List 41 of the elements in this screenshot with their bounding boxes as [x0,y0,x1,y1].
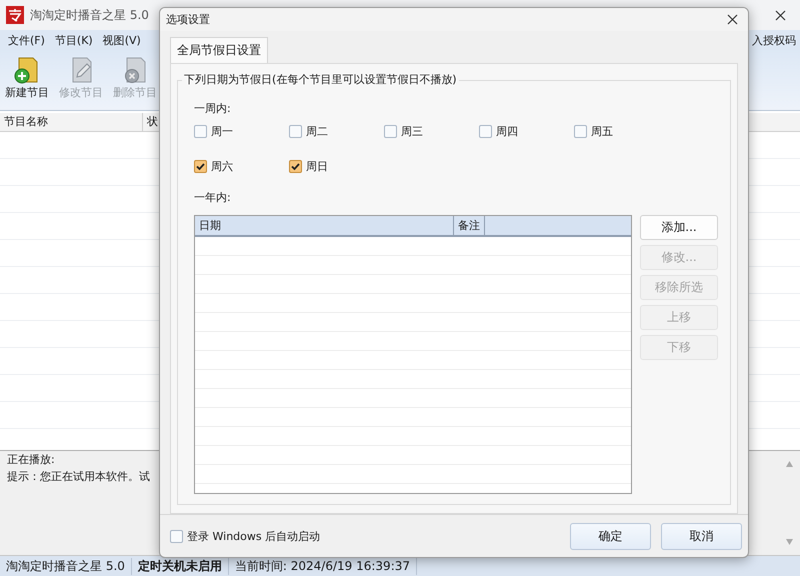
checkbox[interactable] [479,125,492,138]
close-icon[interactable] [775,10,786,20]
cancel-button[interactable]: 取消 [661,522,742,550]
scroll-up-icon[interactable] [786,461,793,467]
tab[interactable]: 全局节假日设置 [170,37,268,63]
menu-item[interactable]: 节目(K) [50,32,98,48]
status-text: 淘淘定时播音之星 5.0 [0,558,132,574]
checkbox-label[interactable]: 周五 [591,124,613,139]
menu-item[interactable]: 文件(F) [3,32,50,48]
checkbox[interactable] [194,160,207,173]
checkbox-label[interactable]: 周四 [496,124,518,139]
checkbox[interactable] [289,160,302,173]
checkbox-label[interactable]: 周三 [401,124,423,139]
menu-item[interactable]: 视图(V) [98,32,146,48]
close-icon[interactable] [727,14,738,25]
checkbox-label[interactable]: 登录 Windows 后自动启动 [187,528,320,544]
checkbox-label[interactable]: 周六 [211,159,233,174]
app-icon [6,6,24,24]
checkbox[interactable] [574,125,587,138]
checkbox[interactable] [194,125,207,138]
license-link[interactable]: 入授权码 [752,32,800,48]
checkbox-label[interactable]: 周日 [306,159,328,174]
checkbox[interactable] [170,530,183,542]
toolbar-button[interactable]: 新建节目 [2,52,52,108]
section-label: 一年内: [194,190,232,205]
ok-button[interactable]: 确定 [570,522,651,550]
action-button[interactable]: 添加... [640,215,718,240]
info-text: 提示：您正在试用本软件。试 [7,469,150,484]
scroll-down-icon[interactable] [786,539,793,545]
checkbox-label[interactable]: 周二 [306,124,328,139]
group-title: 下列日期为节假日(在每个节目里可以设置节假日不播放) [182,72,459,87]
checkbox[interactable] [289,125,302,138]
window-title: 淘淘定时播音之星 5.0 [30,6,149,24]
section-label: 一周内: [194,101,232,116]
column-header[interactable]: 节目名称 [0,113,143,131]
info-text: 正在播放: [7,452,55,467]
dialog-title: 选项设置 [166,12,210,27]
column-header[interactable]: 日期 [195,216,454,235]
column-header[interactable]: 备注 [454,216,485,235]
checkbox[interactable] [384,125,397,138]
checkbox-label[interactable]: 周一 [211,124,233,139]
